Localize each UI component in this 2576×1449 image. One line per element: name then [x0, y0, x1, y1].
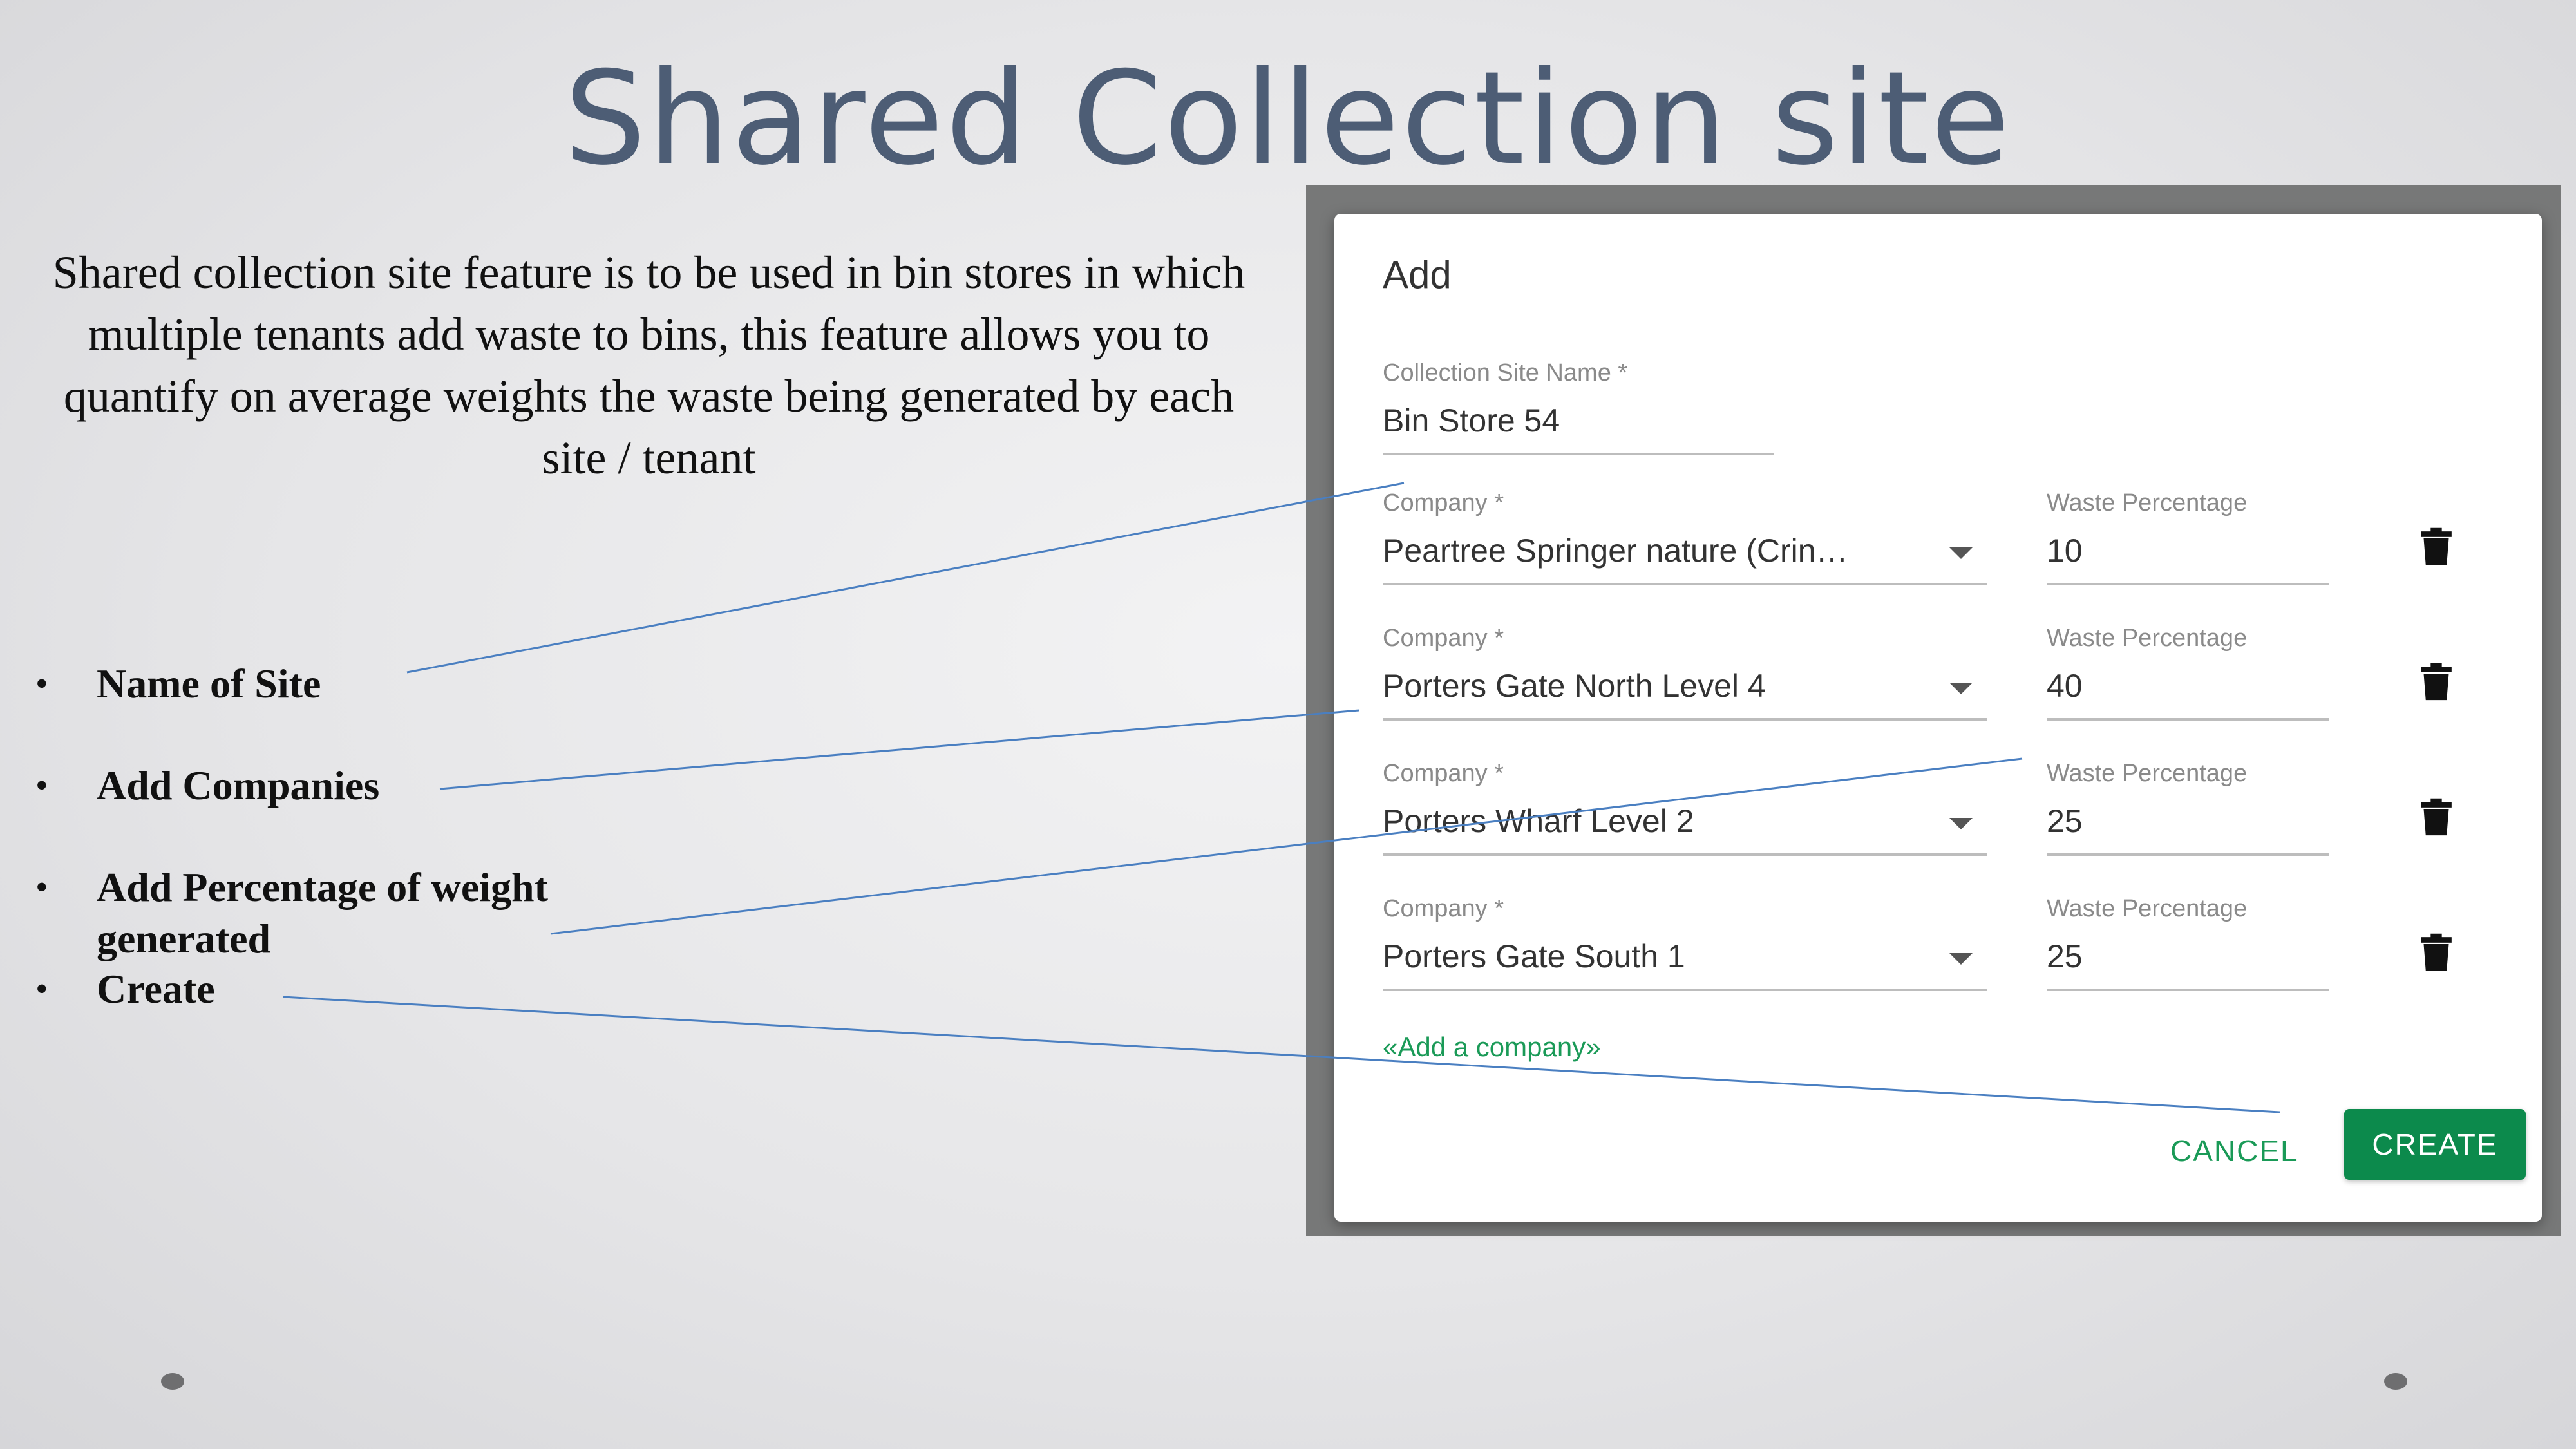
waste-percentage-input[interactable]: 25: [2047, 802, 2317, 840]
company-label: Company *: [1383, 895, 1504, 922]
company-label: Company *: [1383, 489, 1504, 516]
company-underline: [1383, 718, 1987, 721]
slide-corner-dot-right: [2384, 1373, 2407, 1390]
company-underline: [1383, 989, 1987, 991]
slide-title: Shared Collection site: [564, 44, 2012, 194]
bullet-text: Add Percentage of weight generated: [97, 864, 548, 961]
trash-icon[interactable]: [2420, 662, 2453, 702]
waste-percentage-underline: [2047, 718, 2329, 721]
add-collection-site-dialog: Add Collection Site Name * Bin Store 54 …: [1334, 214, 2542, 1222]
bullet-marker: •: [35, 969, 48, 1009]
bullet-add-percentage: • Add Percentage of weight generated: [35, 862, 650, 965]
site-name-input[interactable]: Bin Store 54: [1383, 402, 1769, 439]
waste-percentage-label: Waste Percentage: [2047, 625, 2248, 652]
cancel-button[interactable]: CANCEL: [2170, 1133, 2298, 1168]
bullet-text: Name of Site: [97, 661, 321, 706]
annotation-line-name-of-site: [406, 482, 1405, 674]
chevron-down-icon[interactable]: [1949, 683, 1973, 694]
create-button[interactable]: CREATE: [2344, 1109, 2526, 1180]
slide-corner-dot-left: [161, 1373, 184, 1390]
bullet-create: • Create: [35, 963, 650, 1015]
waste-percentage-input[interactable]: 40: [2047, 667, 2317, 705]
company-label: Company *: [1383, 625, 1504, 652]
waste-percentage-input[interactable]: 25: [2047, 938, 2317, 975]
company-underline: [1383, 853, 1987, 856]
chevron-down-icon[interactable]: [1949, 953, 1973, 965]
dialog-title: Add: [1383, 253, 1452, 296]
waste-percentage-underline: [2047, 583, 2329, 585]
company-label: Company *: [1383, 760, 1504, 787]
bullet-name-of-site: • Name of Site: [35, 658, 650, 710]
site-name-underline: [1383, 453, 1774, 455]
waste-percentage-label: Waste Percentage: [2047, 489, 2248, 516]
bullet-marker: •: [35, 867, 48, 907]
chevron-down-icon[interactable]: [1949, 547, 1973, 559]
trash-icon[interactable]: [2420, 933, 2453, 972]
trash-icon[interactable]: [2420, 797, 2453, 837]
site-name-label: Collection Site Name *: [1383, 359, 1628, 386]
company-select[interactable]: Porters Wharf Level 2: [1383, 802, 1879, 840]
waste-percentage-underline: [2047, 853, 2329, 856]
bullet-text: Create: [97, 966, 215, 1012]
add-company-link[interactable]: «Add a company»: [1383, 1032, 1601, 1063]
bullet-marker: •: [35, 664, 48, 704]
waste-percentage-input[interactable]: 10: [2047, 532, 2317, 569]
intro-paragraph: Shared collection site feature is to be …: [52, 247, 1245, 484]
bullet-marker: •: [35, 766, 48, 806]
company-select[interactable]: Porters Gate South 1: [1383, 938, 1879, 975]
company-underline: [1383, 583, 1987, 585]
waste-percentage-label: Waste Percentage: [2047, 895, 2248, 922]
chevron-down-icon[interactable]: [1949, 818, 1973, 829]
waste-percentage-underline: [2047, 989, 2329, 991]
company-select[interactable]: Porters Gate North Level 4: [1383, 667, 1879, 705]
company-select[interactable]: Peartree Springer nature (Crin…: [1383, 532, 1879, 569]
bullet-add-companies: • Add Companies: [35, 760, 650, 811]
waste-percentage-label: Waste Percentage: [2047, 760, 2248, 787]
bullet-text: Add Companies: [97, 762, 380, 808]
trash-icon[interactable]: [2420, 527, 2453, 567]
